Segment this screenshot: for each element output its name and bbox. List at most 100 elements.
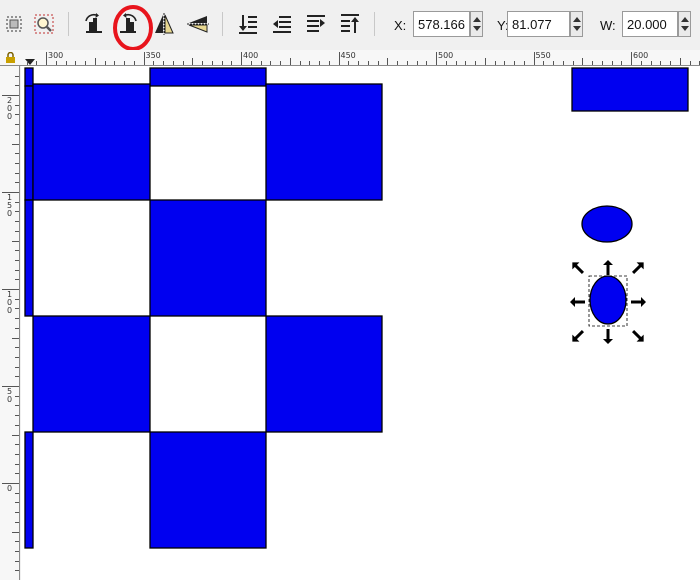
sw-arrow-icon[interactable] (569, 328, 587, 346)
ruler-minor-tick (572, 61, 574, 65)
ruler-minor-tick (15, 211, 19, 213)
ruler-minor-tick (494, 61, 496, 65)
ruler-minor-tick (15, 356, 19, 358)
ruler-minor-tick (367, 61, 369, 65)
x-spinner[interactable] (470, 11, 483, 37)
ruler-label: 500 (438, 51, 454, 60)
ruler-minor-tick (65, 61, 67, 65)
ruler-minor-tick (15, 85, 19, 87)
ruler-minor-tick (416, 61, 418, 65)
ruler-minor-tick (15, 395, 19, 397)
lower-to-bottom-icon[interactable] (234, 10, 262, 38)
ruler-minor-tick (15, 104, 19, 106)
ruler-minor-tick (231, 61, 233, 65)
ruler-minor-tick (660, 61, 662, 65)
ruler-minor-tick (15, 153, 19, 155)
horizontal-ellipse[interactable] (581, 205, 633, 243)
ruler-label: 0 (7, 484, 13, 493)
ruler-minor-tick (309, 61, 311, 65)
ruler-minor-tick (387, 58, 389, 65)
n-arrow-icon[interactable] (603, 260, 613, 275)
ruler-minor-tick (553, 61, 554, 65)
ruler-minor-tick (250, 61, 252, 65)
ruler-minor-tick (12, 143, 19, 145)
ruler-minor-tick (192, 58, 194, 65)
checker-square[interactable] (24, 85, 34, 201)
ne-arrow-icon[interactable] (630, 259, 648, 277)
e-arrow-icon[interactable] (631, 297, 646, 307)
ruler-minor-tick (348, 61, 350, 65)
ruler-minor-tick (426, 61, 428, 65)
ruler-minor-tick (484, 58, 486, 65)
horizontal-ruler[interactable]: 300 350 400 450 500 550 600 (0, 50, 700, 66)
ruler-minor-tick (12, 337, 19, 339)
checker-square[interactable] (24, 199, 34, 317)
ruler-minor-tick (260, 61, 262, 65)
checker-square[interactable] (265, 83, 383, 201)
w-spinner[interactable] (678, 11, 691, 37)
ruler-minor-tick (280, 61, 281, 65)
ruler-minor-tick (15, 230, 19, 232)
ruler-minor-tick (640, 61, 642, 65)
nw-arrow-icon[interactable] (569, 259, 587, 277)
zoom-selection-icon[interactable] (30, 10, 58, 38)
ruler-minor-tick (15, 492, 19, 494)
ruler-minor-tick (650, 61, 652, 65)
raise-to-top-icon[interactable] (336, 10, 364, 38)
ruler-major-tick (338, 52, 340, 65)
ruler-minor-tick (270, 61, 272, 65)
lower-icon[interactable] (268, 10, 296, 38)
ruler-minor-tick (15, 366, 19, 368)
ruler-minor-tick (124, 61, 125, 65)
checker-square[interactable] (32, 315, 151, 433)
ruler-minor-tick (55, 61, 57, 65)
ruler-minor-tick (15, 444, 19, 446)
ruler-minor-tick (15, 201, 19, 203)
select-all-icon[interactable] (0, 10, 28, 38)
flip-vertical-icon[interactable] (184, 10, 212, 38)
ruler-label: 100 (7, 290, 13, 315)
y-spinner[interactable] (570, 11, 583, 37)
ruler-label: 450 (340, 51, 356, 60)
ruler-minor-tick (15, 550, 19, 552)
rotate-ccw-icon[interactable] (80, 10, 108, 38)
ruler-minor-tick (221, 61, 223, 65)
ruler-minor-tick (94, 58, 96, 65)
checker-square[interactable] (149, 67, 267, 87)
se-arrow-icon[interactable] (630, 328, 648, 346)
checker-square[interactable] (265, 315, 383, 433)
drawing-canvas[interactable] (21, 66, 700, 580)
ruler-minor-tick (15, 376, 19, 378)
vertical-ruler[interactable]: 200 150 100 50 0 (0, 66, 20, 580)
raise-icon[interactable] (302, 10, 330, 38)
ruler-minor-tick (358, 61, 359, 65)
checker-square[interactable] (32, 83, 151, 201)
ruler-minor-tick (26, 61, 28, 65)
ruler-minor-tick (15, 298, 19, 300)
ruler-minor-tick (15, 162, 19, 164)
ruler-minor-tick (523, 61, 525, 65)
ruler-minor-tick (133, 61, 135, 65)
ruler-minor-tick (15, 560, 19, 562)
ruler-minor-tick (15, 473, 19, 475)
selected-ellipse[interactable] (589, 275, 627, 325)
y-input[interactable]: 81.077 (507, 11, 570, 37)
checker-square[interactable] (149, 199, 267, 317)
x-input[interactable]: 578.166 (413, 11, 470, 37)
ruler-minor-tick (475, 61, 476, 65)
ruler-minor-tick (15, 250, 19, 252)
ruler-major-tick (143, 52, 145, 65)
w-arrow-icon[interactable] (570, 297, 585, 307)
checker-square[interactable] (24, 431, 34, 549)
ruler-minor-tick (15, 415, 19, 417)
ruler-minor-tick (15, 347, 19, 349)
ruler-minor-tick (299, 61, 301, 65)
ruler-minor-tick (15, 221, 19, 223)
toolbar: X: 578.166 Y: 81.077 W: 20.000 (0, 0, 700, 51)
wide-rectangle[interactable] (571, 67, 689, 112)
ruler-minor-tick (15, 172, 19, 174)
checker-square[interactable] (149, 431, 267, 549)
s-arrow-icon[interactable] (603, 329, 613, 344)
checker-square[interactable] (24, 67, 34, 87)
w-input[interactable]: 20.000 (622, 11, 678, 37)
